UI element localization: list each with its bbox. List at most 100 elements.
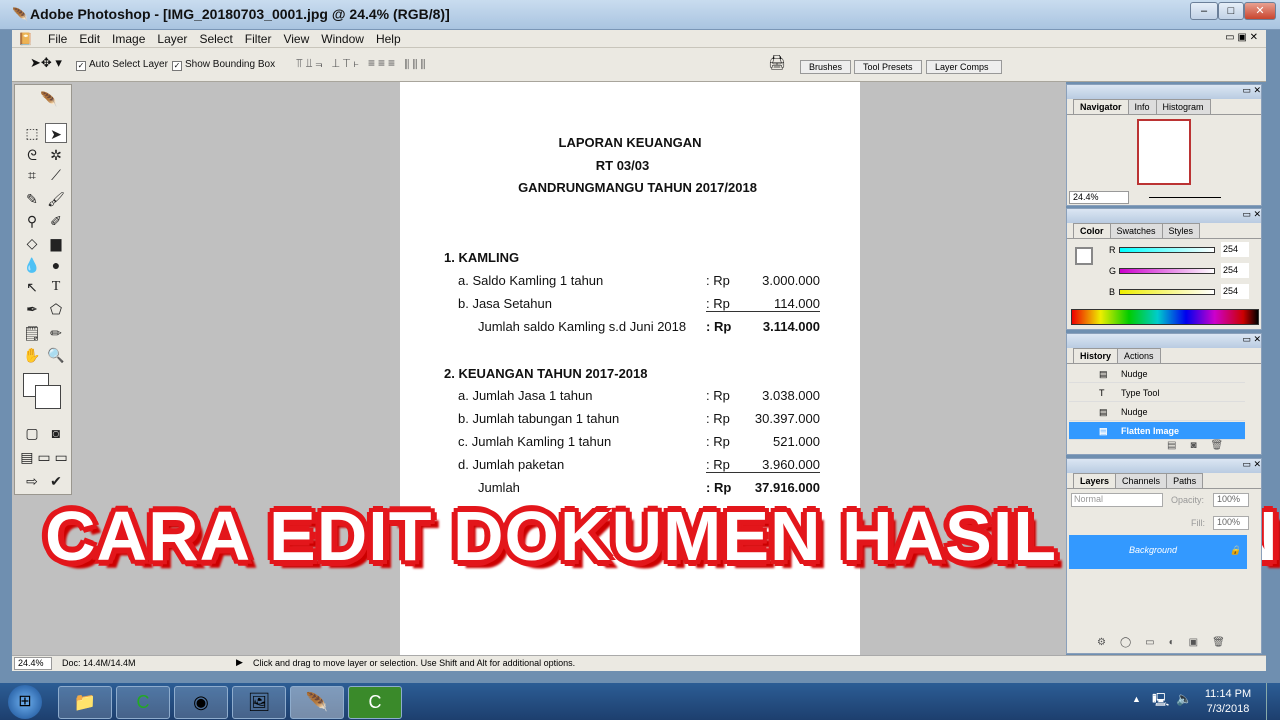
menu-help[interactable]: Help xyxy=(370,30,407,48)
status-arrow-icon[interactable]: ▶ xyxy=(236,657,243,668)
network-icon[interactable]: 🖳 xyxy=(1152,691,1169,713)
move-tool-preset-icon[interactable]: ➤✥ ▾ xyxy=(30,55,62,71)
dodge-tool-icon[interactable]: ● xyxy=(45,255,67,275)
palette-well-icon[interactable]: 🖨 xyxy=(768,54,786,71)
eyedropper-icon[interactable]: ✏ xyxy=(45,323,67,343)
layer-row-background[interactable]: Background 🔒 xyxy=(1069,535,1247,569)
history-item[interactable]: ▤ Flatten Image xyxy=(1069,422,1245,440)
row-label: a. Saldo Kamling 1 tahun xyxy=(458,273,604,288)
crop-tool-icon[interactable]: ⌗ xyxy=(21,165,43,185)
bounding-box-checkbox[interactable]: ✓ Show Bounding Box xyxy=(172,59,275,71)
brush-tool-icon[interactable]: 🖌 xyxy=(45,189,67,209)
layers-footer-buttons[interactable]: ⚙◯▭◐▣🗑 xyxy=(1097,637,1239,648)
slice-tool-icon[interactable]: ⟋ xyxy=(45,165,67,185)
tab-paths[interactable]: Paths xyxy=(1166,473,1204,488)
g-value[interactable]: 254 xyxy=(1221,263,1249,278)
tab-styles[interactable]: Styles xyxy=(1161,223,1201,238)
navigator-thumbnail[interactable] xyxy=(1137,119,1191,185)
menu-view[interactable]: View xyxy=(277,30,315,48)
start-button[interactable]: ⊞ xyxy=(8,685,42,719)
b-slider[interactable] xyxy=(1119,289,1215,295)
tab-layers[interactable]: Layers xyxy=(1073,473,1117,488)
clock[interactable]: 11:14 PM 7/3/2018 xyxy=(1200,687,1256,717)
explorer-taskbar-icon[interactable]: 📁 xyxy=(58,686,112,719)
chrome-taskbar-icon[interactable]: ◉ xyxy=(174,686,228,719)
navigator-zoom-field[interactable]: 24.4% xyxy=(1069,191,1129,204)
history-brush-icon[interactable]: ✐ xyxy=(45,211,67,231)
quick-mask-icon[interactable]: ◙ xyxy=(45,423,67,443)
tab-history[interactable]: History xyxy=(1073,348,1119,363)
tab-swatches[interactable]: Swatches xyxy=(1109,223,1163,238)
r-value[interactable]: 254 xyxy=(1221,242,1249,257)
ps-menu-icon[interactable]: 📔 xyxy=(12,30,39,48)
menu-filter[interactable]: Filter xyxy=(239,30,278,48)
camtasia-recorder-taskbar-icon[interactable]: C xyxy=(348,686,402,719)
maximize-button[interactable]: □ xyxy=(1218,2,1244,20)
menu-layer[interactable]: Layer xyxy=(151,30,193,48)
stamp-tool-icon[interactable]: ⚲ xyxy=(21,211,43,231)
blend-mode-select[interactable]: Normal xyxy=(1071,493,1163,507)
healing-brush-icon[interactable]: ✎ xyxy=(21,189,43,209)
camtasia-taskbar-icon[interactable]: C xyxy=(116,686,170,719)
tab-navigator[interactable]: Navigator xyxy=(1073,99,1129,114)
lasso-tool-icon[interactable]: ᘓ xyxy=(21,145,43,165)
well-tool-presets[interactable]: Tool Presets xyxy=(854,60,922,74)
photo-viewer-taskbar-icon[interactable]: 🖼 xyxy=(232,686,286,719)
status-doc-size[interactable]: Doc: 14.4M/14.4M xyxy=(62,658,136,668)
magic-wand-icon[interactable]: ✲ xyxy=(45,145,67,165)
notes-tool-icon[interactable]: 🗒 xyxy=(21,323,43,343)
well-brushes[interactable]: Brushes xyxy=(800,60,852,74)
history-item[interactable]: T Type Tool xyxy=(1069,384,1245,402)
volume-icon[interactable]: 🔈 xyxy=(1176,691,1192,707)
history-footer-buttons[interactable]: ▤◙🗑 xyxy=(1167,440,1237,451)
tab-channels[interactable]: Channels xyxy=(1115,473,1168,488)
marquee-tool-icon[interactable]: ⬚ xyxy=(21,123,43,143)
history-item[interactable]: ▤ Nudge xyxy=(1069,365,1245,383)
row-label: b. Jumlah tabungan 1 tahun xyxy=(458,411,620,426)
align-buttons[interactable]: ⫪⫫⫬ ⊥⊤⊦ ≡≡≡ ⫴⫴⫴ xyxy=(296,56,428,71)
fg-color-swatch[interactable] xyxy=(1075,247,1093,265)
standard-mode-icon[interactable]: ▢ xyxy=(21,423,43,443)
menu-window[interactable]: Window xyxy=(315,30,370,48)
background-color-swatch[interactable] xyxy=(35,385,61,409)
close-button[interactable]: ✕ xyxy=(1244,2,1276,20)
history-item[interactable]: ▤ Nudge xyxy=(1069,403,1245,421)
g-slider[interactable] xyxy=(1119,268,1215,274)
show-desktop-button[interactable] xyxy=(1266,683,1280,720)
status-zoom[interactable]: 24.4% xyxy=(14,657,52,670)
color-spectrum-ramp[interactable] xyxy=(1071,309,1259,325)
menu-select[interactable]: Select xyxy=(193,30,238,48)
pen-tool-icon[interactable]: ✒ xyxy=(21,299,43,319)
tab-actions[interactable]: Actions xyxy=(1117,348,1161,363)
path-select-icon[interactable]: ↖ xyxy=(21,277,43,297)
doc-window-controls[interactable]: ▭ ▣ ✕ xyxy=(1225,32,1258,43)
minimize-button[interactable]: – xyxy=(1190,2,1218,20)
fill-field[interactable]: 100% xyxy=(1213,516,1249,530)
move-tool-icon[interactable]: ➤ xyxy=(45,123,67,143)
r-slider[interactable] xyxy=(1119,247,1215,253)
zoom-tool-icon[interactable]: 🔍 xyxy=(45,345,67,365)
well-layer-comps[interactable]: Layer Comps xyxy=(926,60,1002,74)
hand-tool-icon[interactable]: ✋ xyxy=(21,345,43,365)
auto-select-checkbox[interactable]: ✓ Auto Select Layer xyxy=(76,59,168,71)
menu-edit[interactable]: Edit xyxy=(73,30,106,48)
blur-tool-icon[interactable]: 💧 xyxy=(21,255,43,275)
b-value[interactable]: 254 xyxy=(1221,284,1249,299)
photoshop-taskbar-icon[interactable]: 🪶 xyxy=(290,686,344,719)
jump-to-imageready-icon[interactable]: ⇨ xyxy=(21,471,43,491)
tab-color[interactable]: Color xyxy=(1073,223,1111,238)
opacity-field[interactable]: 100% xyxy=(1213,493,1249,507)
tab-histogram[interactable]: Histogram xyxy=(1155,99,1211,114)
tab-info[interactable]: Info xyxy=(1127,99,1157,114)
eraser-tool-icon[interactable]: ◇ xyxy=(21,233,43,253)
menu-file[interactable]: File xyxy=(42,30,73,48)
navigator-zoom-slider[interactable] xyxy=(1149,197,1221,198)
type-tool-icon[interactable]: T xyxy=(45,277,67,297)
menu-image[interactable]: Image xyxy=(106,30,151,48)
shape-tool-icon[interactable]: ⬠ xyxy=(45,299,67,319)
screen-mode-icons[interactable]: ▤ ▭ ▭ xyxy=(19,447,69,467)
edit-imageready-icon[interactable]: ✔ xyxy=(45,471,67,491)
history-state-icon: ▤ xyxy=(1099,369,1108,379)
gradient-tool-icon[interactable]: ▆ xyxy=(45,233,67,253)
show-hidden-icons[interactable]: ▲ xyxy=(1132,694,1141,704)
